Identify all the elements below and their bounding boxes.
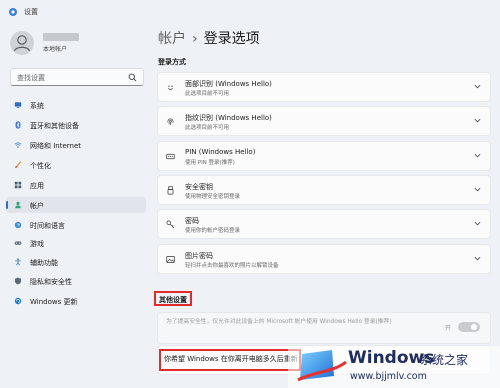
signin-option-title: 密码: [185, 217, 199, 225]
signin-option-title: 安全密钥: [185, 183, 213, 191]
update-icon: [14, 297, 22, 305]
sidebar-item-1[interactable]: 系统: [6, 97, 146, 113]
picture-icon: [166, 255, 175, 264]
chevron-down-icon: [474, 84, 481, 89]
sidebar-item-label: 时间和语言: [30, 222, 65, 230]
signin-option-title: 面部识别 (Windows Hello): [185, 80, 272, 88]
watermark-subtitle: 系统之家: [420, 353, 469, 367]
person-icon: [15, 201, 21, 209]
window-title: 设置: [24, 8, 38, 16]
chevron-down-icon: [474, 256, 481, 261]
sidebar-item-label: 蓝牙和其他设备: [30, 122, 79, 130]
chevron-down-icon: [474, 221, 481, 226]
signin-option-card[interactable]: PIN (Windows Hello) 使用 PIN 登录(推荐): [158, 142, 490, 170]
signin-option-card[interactable]: 安全密钥使用物理安全密钥登录: [158, 176, 490, 204]
signin-option-subtitle: 使用 PIN 登录(推荐): [185, 160, 235, 166]
sidebar-item-label: 隐私和安全性: [30, 278, 72, 286]
sidebar-item-label: 帐户: [30, 202, 44, 210]
page-title: 登录选项: [203, 31, 260, 47]
signin-option-subtitle: 轻扫并点击你最喜欢的照片以解锁设备: [185, 263, 279, 269]
accessibility-icon: [15, 258, 21, 266]
sidebar-item-label: 个性化: [30, 162, 51, 170]
sidebar-item-2[interactable]: 蓝牙和其他设备: [6, 117, 146, 133]
brush-icon: [15, 161, 22, 168]
signin-option-subtitle: 使用物理安全密钥登录: [185, 194, 241, 200]
bluetooth-icon: [15, 121, 21, 129]
hello-only-row: 为了提高安全性，仅允许对此设备上的 Microsoft 帐户使用 Windows…: [158, 313, 490, 343]
toggle-knob: [471, 324, 477, 330]
away-timeout-text: 你希望 Windows 在你离开电脑多久后重新: [164, 355, 298, 363]
sidebar-item-8[interactable]: 游戏: [6, 235, 146, 251]
breadcrumb-separator: ›: [192, 31, 198, 47]
sidebar-item-10[interactable]: 隐私和安全性: [6, 273, 146, 289]
chevron-down-icon: [474, 187, 481, 192]
wifi-icon: [14, 142, 22, 148]
sidebar-item-6[interactable]: 帐户: [6, 197, 146, 213]
title-bar: 设置: [0, 0, 500, 24]
fingerprint-icon: [167, 118, 174, 126]
sidebar-item-3[interactable]: 网络和 Internet: [6, 137, 146, 153]
signin-option-subtitle: 此选项目前不可用: [185, 125, 230, 131]
signin-heading: 登录方式: [158, 58, 186, 66]
key-icon: [166, 220, 175, 229]
pin-icon: [166, 153, 175, 160]
signin-option-card[interactable]: 面部识别 (Windows Hello) 此选项目前不可用: [158, 73, 490, 101]
settings-app-icon: [9, 8, 17, 16]
search-icon: [128, 73, 137, 82]
shield-icon: [14, 277, 22, 285]
sidebar-item-label: 系统: [30, 102, 44, 110]
user-name-redacted: [43, 33, 79, 41]
sidebar-item-7[interactable]: 时间和语言: [6, 217, 146, 233]
other-settings-heading: 其他设置: [159, 296, 187, 304]
search-placeholder: 查找设置: [17, 74, 45, 82]
globe-clock-icon: [14, 221, 22, 229]
signin-option-subtitle: 此选项目前不可用: [185, 91, 230, 97]
usb-key-icon: [167, 186, 174, 195]
toggle-state-label: 开: [445, 325, 452, 332]
user-account-type: 本地帐户: [43, 46, 68, 53]
sidebar-item-5[interactable]: 应用: [6, 177, 146, 193]
signin-option-title: 指纹识别 (Windows Hello): [185, 114, 272, 122]
face-icon: [168, 85, 173, 90]
signin-option-title: PIN (Windows Hello): [185, 148, 256, 156]
active-indicator: [6, 201, 8, 209]
apps-icon: [14, 181, 22, 189]
signin-option-card[interactable]: 指纹识别 (Windows Hello) 此选项目前不可用: [158, 107, 490, 135]
signin-option-title: 图片密码: [185, 252, 213, 260]
sidebar-item-11[interactable]: Windows 更新: [6, 293, 146, 309]
watermark-url: www.bjjmlv.com: [350, 371, 427, 382]
chevron-down-icon: [474, 118, 481, 123]
sidebar-item-label: 应用: [30, 182, 44, 190]
sidebar-item-label: 游戏: [30, 240, 44, 248]
breadcrumb: 帐户 › 登录选项: [158, 28, 260, 48]
monitor-icon: [14, 102, 22, 108]
hello-only-text: 为了提高安全性，仅允许对此设备上的 Microsoft 帐户使用 Windows…: [166, 319, 392, 325]
chevron-down-icon: [474, 153, 481, 158]
signin-option-card[interactable]: 密码使用你的帐户密码登录: [158, 210, 490, 238]
signin-option-card[interactable]: 图片密码轻扫并点击你最喜欢的照片以解锁设备: [158, 245, 490, 273]
hello-only-toggle[interactable]: [458, 322, 480, 332]
person-avatar-icon: [13, 35, 31, 52]
search-input[interactable]: 查找设置: [10, 68, 144, 86]
signin-option-subtitle: 使用你的帐户密码登录: [185, 228, 241, 234]
sidebar-item-4[interactable]: 个性化: [6, 157, 146, 173]
sidebar-item-label: 辅助功能: [30, 259, 58, 267]
sidebar-item-label: Windows 更新: [30, 298, 78, 306]
breadcrumb-parent[interactable]: 帐户: [158, 31, 186, 47]
avatar[interactable]: [10, 31, 34, 55]
sidebar-item-label: 网络和 Internet: [30, 142, 82, 150]
sidebar-item-9[interactable]: 辅助功能: [6, 254, 146, 270]
gamepad-icon: [14, 241, 22, 245]
